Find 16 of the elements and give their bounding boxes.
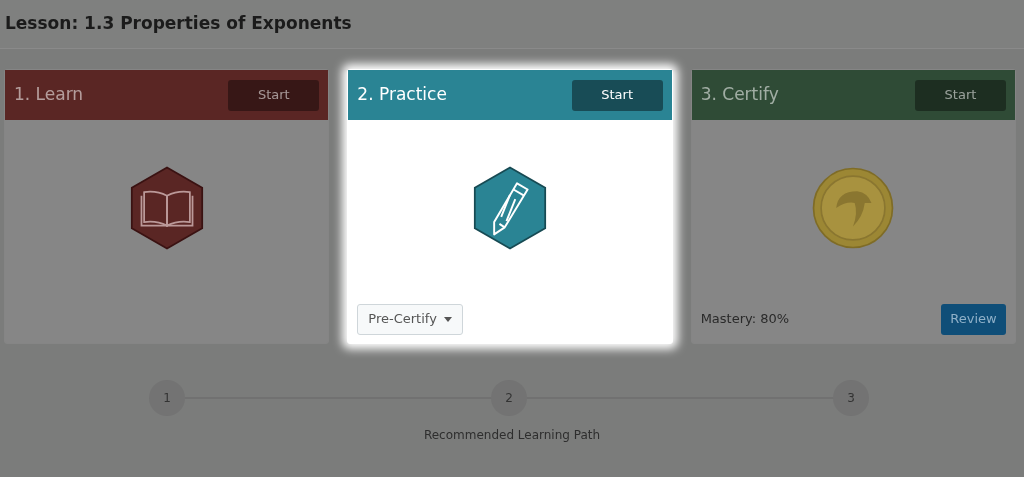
step-circle: 2 (491, 380, 527, 416)
dropdown-button[interactable]: Pre-Certify (357, 303, 463, 335)
card-title: 3. Certify (700, 83, 779, 107)
medal-icon (811, 165, 896, 250)
start-button[interactable]: Start (915, 79, 1006, 111)
card-title: 2. Practice (357, 83, 447, 107)
start-button[interactable]: Start (571, 79, 663, 111)
step-circle: 1 (149, 380, 185, 416)
mastery-text: Mastery: 80% (700, 310, 790, 329)
start-button[interactable]: Start (228, 79, 320, 111)
path-caption: Recommended Learning Path (423, 428, 601, 442)
lesson-title: Lesson: 1.3 Properties of Exponents (5, 12, 352, 36)
review-button[interactable]: Review (941, 303, 1006, 335)
step-circle: 3 (833, 380, 869, 416)
card-title: 1. Learn (14, 83, 84, 107)
caret-icon (443, 316, 452, 322)
